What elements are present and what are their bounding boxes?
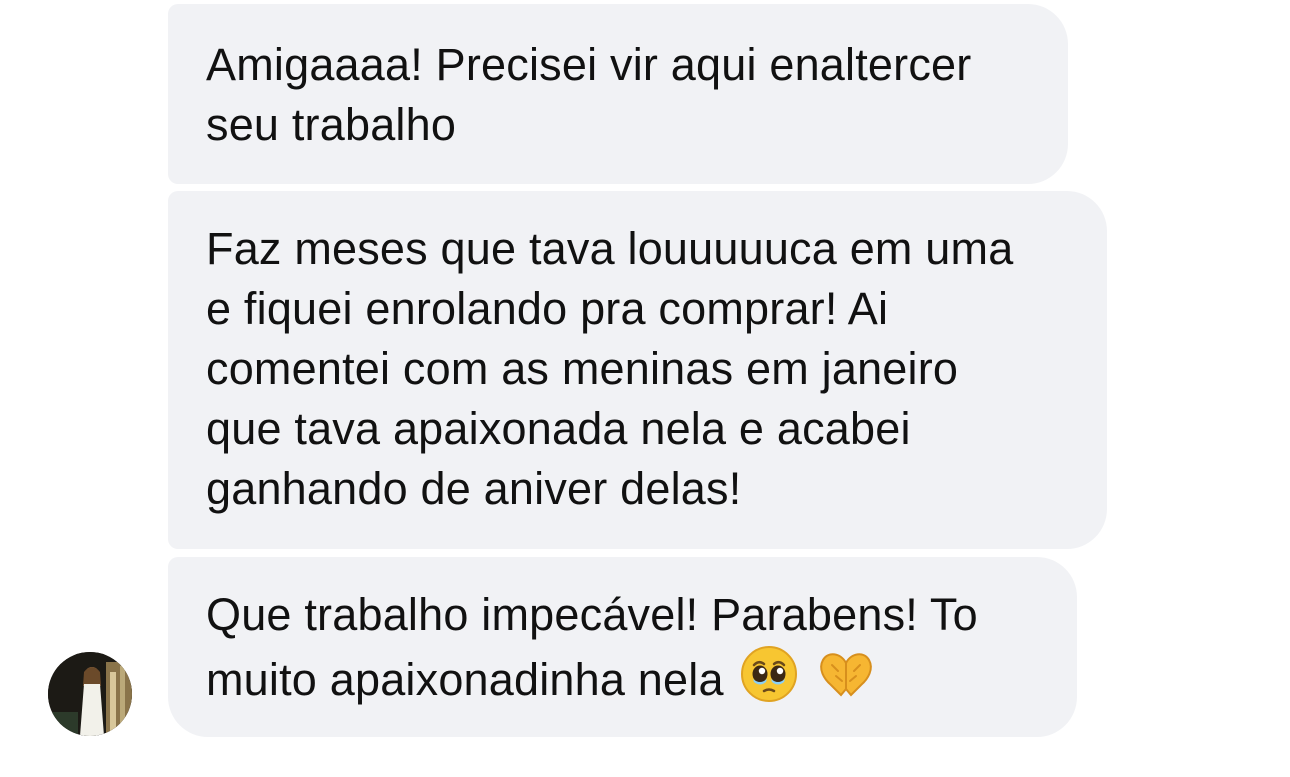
message-text-line: Que trabalho impecável! Parabens! To xyxy=(206,589,978,640)
pleading-face-emoji-icon xyxy=(740,645,798,718)
message-bubble-2[interactable]: Faz meses que tava louuuuuca em uma e fi… xyxy=(168,191,1107,549)
message-text-line: e fiquei enrolando pra comprar! Ai xyxy=(206,283,889,334)
message-text-line: Amigaaaa! Precisei vir aqui enaltercer xyxy=(206,39,972,90)
message-text-line: ganhando de aniver delas! xyxy=(206,463,742,514)
message-text-line: seu trabalho xyxy=(206,99,457,150)
message-text: muito apaixonadinha nela xyxy=(206,654,724,705)
message-text-line: que tava apaixonada nela e acabei xyxy=(206,403,911,454)
message-bubble-3[interactable]: Que trabalho impecável! Parabens! To mui… xyxy=(168,557,1077,737)
message-text-line: comentei com as meninas em janeiro xyxy=(206,343,959,394)
avatar[interactable] xyxy=(48,652,132,736)
heart-hands-emoji-icon xyxy=(815,645,877,718)
message-bubble-1[interactable]: Amigaaaa! Precisei vir aqui enaltercer s… xyxy=(168,4,1068,184)
avatar-photo xyxy=(48,652,132,736)
message-text-line: Faz meses que tava louuuuuca em uma xyxy=(206,223,1014,274)
message-text-line-with-emoji: muito apaixonadinha nela xyxy=(206,645,1039,718)
